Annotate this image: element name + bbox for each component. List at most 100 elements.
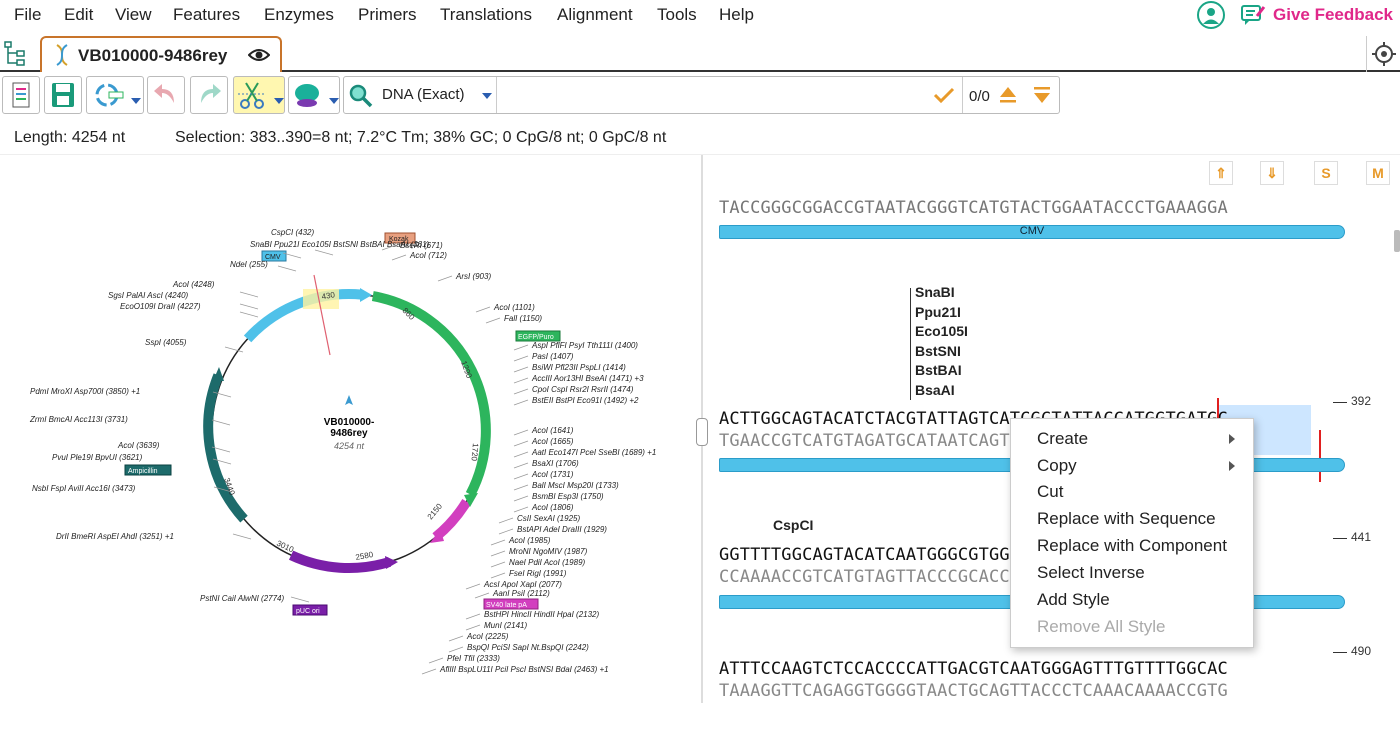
enzyme-label[interactable]: Eco105I	[915, 322, 968, 342]
cut-sites-button[interactable]	[233, 76, 285, 114]
restriction-site-label[interactable]: AcoI (3639)	[117, 441, 160, 450]
scroll-top-button[interactable]: ⇑	[1209, 161, 1233, 185]
menu-file[interactable]: File	[14, 5, 41, 25]
menu-view[interactable]: View	[115, 5, 152, 25]
menu-item-select-inverse[interactable]: Select Inverse	[1037, 563, 1145, 583]
restriction-site-label[interactable]: AcoI (1101)	[493, 303, 535, 312]
menu-help[interactable]: Help	[719, 5, 754, 25]
search-mode-select[interactable]: DNA (Exact)	[382, 86, 465, 103]
user-icon[interactable]	[1197, 1, 1225, 29]
restriction-site-label[interactable]: AcoI (1665)	[531, 437, 574, 446]
restriction-site-label[interactable]: AcoI (712)	[409, 251, 447, 260]
menu-item-cut[interactable]: Cut	[1037, 482, 1063, 502]
save-button[interactable]	[44, 76, 82, 114]
restriction-site-label[interactable]: AcsI ApoI XapI (2077)	[483, 580, 562, 589]
restriction-site-label[interactable]: PdmI MroXI Asp700I (3850) +1	[30, 387, 140, 396]
enzyme-selector-button[interactable]	[288, 76, 340, 114]
eye-icon[interactable]	[248, 47, 270, 63]
s-mode-button[interactable]: S	[1314, 161, 1338, 185]
search-mode-dropdown-icon[interactable]	[482, 93, 492, 99]
m-mode-button[interactable]: M	[1366, 161, 1390, 185]
restriction-site-label[interactable]: CpoI CspI Rsr2I RsrII (1474)	[532, 385, 634, 394]
menu-item-replace-with-component[interactable]: Replace with Component	[1037, 536, 1227, 556]
enzyme-label-cspci[interactable]: CspCI	[773, 517, 813, 533]
target-icon[interactable]	[1366, 36, 1400, 72]
restriction-site-label[interactable]: AcoI (1985)	[508, 536, 551, 545]
restriction-site-label[interactable]: PvuI Ple19I BpvUI (3621)	[52, 453, 143, 462]
document-properties-button[interactable]	[2, 76, 40, 114]
enzyme-label[interactable]: BsaAI	[915, 381, 968, 401]
restriction-site-label[interactable]: AflIII BspLU11I PciI PscI BstNSI BdaI (2…	[439, 665, 609, 674]
previous-match-icon[interactable]	[999, 85, 1017, 105]
plasmid-map[interactable]: VB010000- 9486rey 4254 nt 430 860 1290 1…	[0, 155, 700, 715]
sequence-row-top[interactable]: ATTTCCAAGTCTCCACCCCATTGACGTCAATGGGAGTTTG…	[719, 659, 1228, 679]
restriction-site-label[interactable]: BspQI PciSI SapI Nt.BspQI (2242)	[467, 643, 589, 652]
vertical-scrollbar[interactable]	[1394, 230, 1400, 252]
egfp-feature-arc[interactable]	[371, 291, 491, 497]
restriction-site-label[interactable]: SgsI PalAI AscI (4240)	[108, 291, 189, 300]
tree-view-icon[interactable]	[4, 41, 26, 67]
menu-item-create[interactable]: Create	[1037, 429, 1088, 449]
enzyme-label[interactable]: BstBAI	[915, 361, 968, 381]
undo-button[interactable]	[147, 76, 185, 114]
restriction-site-label[interactable]: FseI RigI (1991)	[509, 569, 567, 578]
menu-item-copy[interactable]: Copy	[1037, 456, 1077, 476]
restriction-site-label[interactable]: AatI Eco147I PceI SseBI (1689) +1	[531, 448, 656, 457]
enzyme-site-list[interactable]: SnaBI Ppu21I Eco105I BstSNI BstBAI BsaAI	[915, 283, 968, 401]
restriction-site-label[interactable]: BseRI (671)	[400, 241, 443, 250]
cmv-feature-bar[interactable]: CMV	[719, 225, 1345, 239]
enzyme-label[interactable]: Ppu21I	[915, 303, 968, 323]
restriction-site-label[interactable]: MroNI NgoMIV (1987)	[509, 547, 588, 556]
sequence-row-top[interactable]: TACCGGGCGGACCGTAATACGGGTCATGTACTGGAATACC…	[719, 198, 1228, 218]
document-tab[interactable]: VB010000-9486rey	[40, 36, 282, 72]
feedback-icon[interactable]	[1240, 3, 1266, 27]
restriction-site-label[interactable]: DrII BmeRI AspEI AhdI (3251) +1	[56, 532, 174, 541]
next-match-icon[interactable]	[1033, 85, 1051, 105]
sequence-row-bottom[interactable]: TAAAGGTTCAGAGGTGGGGTAACTGCAGTTACCCTCAAAC…	[719, 681, 1228, 701]
restriction-site-label[interactable]: MunI (2141)	[484, 621, 527, 630]
restriction-site-label[interactable]: AcoI (1641)	[531, 426, 574, 435]
restriction-site-label[interactable]: AcoI (4248)	[172, 280, 215, 289]
restriction-site-label[interactable]: AccIII Aor13HI BseAI (1471) +3	[531, 374, 644, 383]
enzyme-label[interactable]: BstSNI	[915, 342, 968, 362]
restriction-site-label[interactable]: AanI PsiI (2112)	[492, 589, 550, 598]
plasmid-map-pane[interactable]: VB010000- 9486rey 4254 nt 430 860 1290 1…	[0, 155, 700, 754]
restriction-site-label[interactable]: BstHPI HincII HindII HpaI (2132)	[484, 610, 599, 619]
menu-tools[interactable]: Tools	[657, 5, 697, 25]
menu-item-add-style[interactable]: Add Style	[1037, 590, 1110, 610]
give-feedback-link[interactable]: Give Feedback	[1273, 5, 1393, 25]
check-icon[interactable]	[933, 86, 955, 104]
restriction-site-label[interactable]: BstEII BstPI Eco91I (1492) +2	[532, 396, 639, 405]
restriction-site-label[interactable]: PasI (1407)	[532, 352, 574, 361]
restriction-site-label[interactable]: CsII SexAI (1925)	[517, 514, 580, 523]
restriction-site-label[interactable]: EcoO109I DraII (4227)	[120, 302, 201, 311]
restriction-site-label[interactable]: FalI (1150)	[504, 314, 542, 323]
restriction-site-label[interactable]: NsbI FspI AviII Acc16I (3473)	[32, 484, 136, 493]
restriction-site-label[interactable]: BalI MscI Msp20I (1733)	[532, 481, 619, 490]
chevron-down-icon[interactable]	[329, 98, 339, 104]
menu-translations[interactable]: Translations	[440, 5, 532, 25]
restriction-site-label[interactable]: BstAPI AdeI DraIII (1929)	[517, 525, 607, 534]
menu-primers[interactable]: Primers	[358, 5, 417, 25]
restriction-site-label[interactable]: AspI PflFI PsyI Tth111I (1400)	[531, 341, 638, 350]
menu-item-replace-with-sequence[interactable]: Replace with Sequence	[1037, 509, 1216, 529]
restriction-site-label[interactable]: PstNI CaiI AlwNI (2774)	[200, 594, 285, 603]
menu-edit[interactable]: Edit	[64, 5, 93, 25]
restriction-site-label[interactable]: ArsI (903)	[455, 272, 491, 281]
restriction-site-label[interactable]: BsiWI Pfl23II PspLI (1414)	[532, 363, 626, 372]
restriction-site-label[interactable]: AcoI (1731)	[531, 470, 574, 479]
menu-enzymes[interactable]: Enzymes	[264, 5, 334, 25]
restriction-site-label[interactable]: BsaXI (1706)	[532, 459, 579, 468]
restriction-site-label[interactable]: PfeI TfiI (2333)	[447, 654, 500, 663]
restriction-site-label[interactable]: CspCI (432)	[271, 228, 314, 237]
restriction-site-label[interactable]: NaeI PdiI AcoI (1989)	[509, 558, 586, 567]
puc-ori-feature-arc[interactable]	[288, 550, 392, 573]
restriction-site-label[interactable]: NdeI (255)	[230, 260, 268, 269]
menu-alignment[interactable]: Alignment	[557, 5, 633, 25]
circular-view-button[interactable]	[86, 76, 144, 114]
restriction-site-label[interactable]: AcoI (1806)	[531, 503, 574, 512]
redo-button[interactable]	[190, 76, 228, 114]
chevron-down-icon[interactable]	[274, 98, 284, 104]
menu-features[interactable]: Features	[173, 5, 240, 25]
restriction-site-label[interactable]: BsmBI Esp3I (1750)	[532, 492, 604, 501]
